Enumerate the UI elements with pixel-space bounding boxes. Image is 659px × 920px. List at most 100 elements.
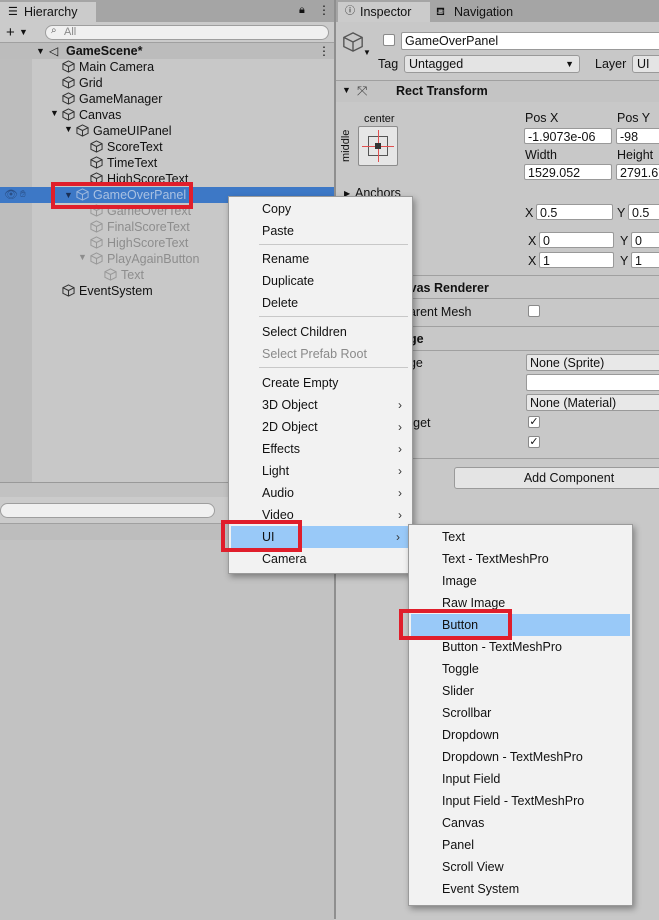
menu-item-effects[interactable]: Effects ›	[229, 438, 412, 460]
chevron-right-icon: ›	[398, 420, 402, 434]
menu-item-camera[interactable]: Camera	[229, 548, 412, 570]
list-item[interactable]: TimeText	[90, 155, 157, 171]
visibility-eye-icon[interactable]: 👁︎	[4, 187, 18, 203]
tag-dropdown[interactable]: Untagged ▼	[404, 55, 580, 73]
expand-arrow-icon[interactable]: ▼	[36, 43, 45, 59]
pick-hand-icon[interactable]: ✋︎	[20, 187, 26, 203]
list-item[interactable]: GameOverText	[90, 203, 191, 219]
submenu-item-button[interactable]: Button	[411, 614, 630, 636]
expand-arrow-icon[interactable]: ▼	[78, 252, 87, 262]
layer-label: Layer	[595, 57, 627, 71]
submenu-item-event-system[interactable]: Event System	[409, 878, 632, 900]
width-label: Width	[525, 148, 557, 162]
submenu-item-dropdown-tmp[interactable]: Dropdown - TextMeshPro	[409, 746, 632, 768]
more-menu-icon[interactable]: ⋮	[318, 3, 330, 17]
expand-arrow-icon[interactable]: ▼	[64, 124, 73, 134]
cull-transparent-checkbox[interactable]	[528, 305, 540, 317]
material-field[interactable]: None (Material)	[526, 394, 659, 411]
layer-dropdown[interactable]: UI	[632, 55, 659, 73]
source-image-field[interactable]: None (Sprite)	[526, 354, 659, 371]
submenu-item-text[interactable]: Text	[409, 526, 632, 548]
submenu-item-scrollbar[interactable]: Scrollbar	[409, 702, 632, 724]
gameobject-icon	[62, 76, 75, 89]
tab-inspector[interactable]: ⓘ Inspector	[338, 2, 430, 22]
list-item[interactable]: Text	[104, 267, 144, 283]
submenu-item-input-field[interactable]: Input Field	[409, 768, 632, 790]
anchor-y-field[interactable]: 0.5	[628, 204, 659, 220]
menu-item-video[interactable]: Video ›	[229, 504, 412, 526]
tab-navigation[interactable]: ⛾ Navigation	[432, 2, 542, 22]
list-item[interactable]: Canvas	[62, 107, 121, 123]
tab-hierarchy[interactable]: ☰ Hierarchy	[0, 2, 96, 22]
menu-item-copy[interactable]: Copy	[229, 198, 412, 220]
list-item[interactable]: PlayAgainButton	[90, 251, 199, 267]
search-input[interactable]: ⌕ All	[45, 25, 329, 40]
min-y-field[interactable]: 0	[631, 232, 659, 248]
rect-transform-header[interactable]: ▼ ⤧ Rect Transform	[336, 81, 659, 102]
submenu-item-slider[interactable]: Slider	[409, 680, 632, 702]
menu-item-paste[interactable]: Paste	[229, 220, 412, 242]
submenu-item-button-tmp[interactable]: Button - TextMeshPro	[409, 636, 632, 658]
list-item[interactable]: GameManager	[62, 91, 162, 107]
pos-y-field[interactable]: -98	[616, 128, 659, 144]
menu-item-create-empty[interactable]: Create Empty	[229, 372, 412, 394]
maskable-checkbox[interactable]: ✓	[528, 436, 540, 448]
anchor-x-field[interactable]: 0.5	[536, 204, 613, 220]
menu-separator	[259, 367, 408, 368]
pos-y-label: Pos Y	[617, 111, 651, 125]
list-item[interactable]: ScoreText	[90, 139, 163, 155]
expand-arrow-icon[interactable]: ▼	[50, 108, 59, 118]
submenu-item-image[interactable]: Image	[409, 570, 632, 592]
info-icon: ⓘ	[345, 6, 355, 17]
list-item[interactable]: HighScoreText	[90, 171, 188, 187]
min-x-label: X	[528, 234, 537, 248]
menu-item-ui[interactable]: UI ›	[231, 526, 410, 548]
menu-item-audio[interactable]: Audio ›	[229, 482, 412, 504]
scene-menu-icon[interactable]: ⋮	[318, 43, 330, 59]
raycast-target-checkbox[interactable]: ✓	[528, 416, 540, 428]
anchor-presets-button[interactable]	[358, 126, 398, 166]
icon-dropdown-icon[interactable]: ▼	[363, 48, 371, 57]
menu-item-duplicate[interactable]: Duplicate	[229, 270, 412, 292]
submenu-item-panel[interactable]: Panel	[409, 834, 632, 856]
submenu-item-dropdown[interactable]: Dropdown	[409, 724, 632, 746]
max-y-field[interactable]: 1	[631, 252, 659, 268]
active-checkbox[interactable]	[383, 34, 395, 46]
gameobject-icon	[90, 172, 103, 185]
menu-item-light[interactable]: Light ›	[229, 460, 412, 482]
scene-row[interactable]: ▼ ◁ GameScene* ⋮	[0, 43, 334, 59]
list-item[interactable]: EventSystem	[62, 283, 153, 299]
list-item[interactable]: FinalScoreText	[90, 219, 190, 235]
list-item[interactable]: GameUIPanel	[76, 123, 172, 139]
submenu-item-input-field-tmp[interactable]: Input Field - TextMeshPro	[409, 790, 632, 812]
submenu-item-toggle[interactable]: Toggle	[409, 658, 632, 680]
list-item[interactable]: Main Camera	[62, 59, 154, 75]
add-create-button[interactable]: + ▼	[6, 23, 28, 42]
submenu-item-raw-image[interactable]: Raw Image	[409, 592, 632, 614]
add-component-button[interactable]: Add Component	[454, 467, 659, 489]
min-x-field[interactable]: 0	[539, 232, 614, 248]
submenu-item-scroll-view[interactable]: Scroll View	[409, 856, 632, 878]
lock-icon[interactable]: 🔒︎	[299, 4, 305, 17]
list-item[interactable]: Grid	[62, 75, 103, 91]
color-field[interactable]	[526, 374, 659, 391]
submenu-item-canvas[interactable]: Canvas	[409, 812, 632, 834]
width-field[interactable]: 1529.052	[524, 164, 612, 180]
menu-item-select-children[interactable]: Select Children	[229, 321, 412, 343]
menu-item-delete[interactable]: Delete	[229, 292, 412, 314]
pos-x-field[interactable]: -1.9073e-06	[524, 128, 612, 144]
unity-scene-icon: ◁	[49, 44, 59, 58]
submenu-item-text-tmp[interactable]: Text - TextMeshPro	[409, 548, 632, 570]
foldout-arrow-icon[interactable]: ▼	[342, 85, 351, 95]
object-name-field[interactable]: GameOverPanel	[401, 32, 659, 50]
gameobject-icon	[90, 236, 103, 249]
menu-item-2d-object[interactable]: 2D Object ›	[229, 416, 412, 438]
menu-item-rename[interactable]: Rename	[229, 248, 412, 270]
height-field[interactable]: 2791.67	[616, 164, 659, 180]
lower-search-input[interactable]	[0, 503, 215, 518]
list-item[interactable]: HighScoreText	[90, 235, 188, 251]
max-x-field[interactable]: 1	[539, 252, 614, 268]
menu-item-3d-object[interactable]: 3D Object ›	[229, 394, 412, 416]
chevron-right-icon: ›	[396, 530, 400, 544]
expand-arrow-icon[interactable]: ▼	[64, 187, 73, 203]
